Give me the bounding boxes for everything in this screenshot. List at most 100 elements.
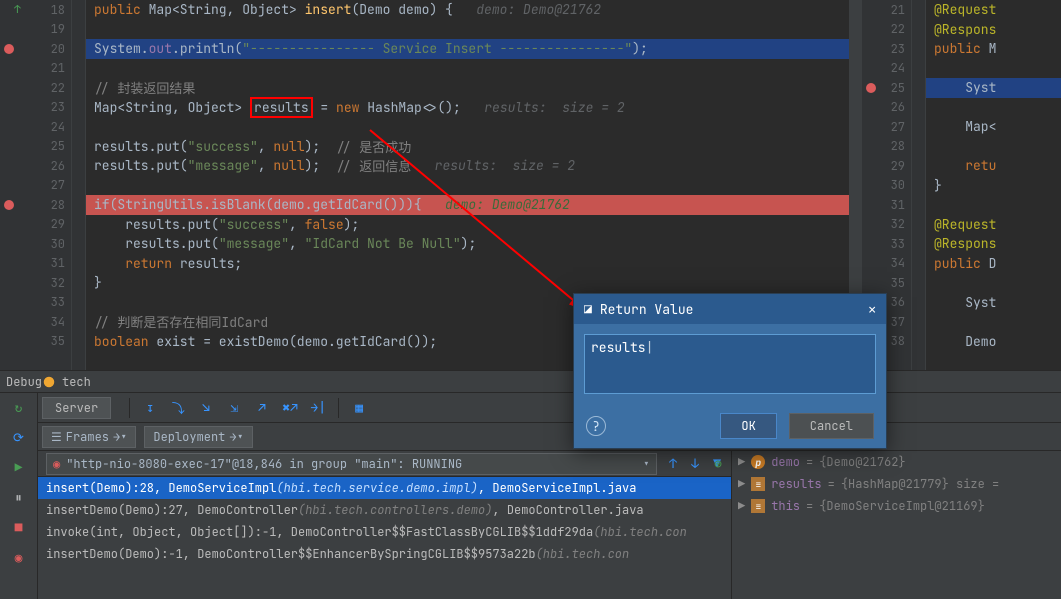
line-number: 36 [891,294,905,310]
help-button[interactable]: ? [586,416,606,436]
server-tab[interactable]: Server [42,397,111,419]
evaluate-expression-icon[interactable]: ▦ [347,396,371,420]
line-number: 18 [51,2,65,18]
thread-label: "http-nio-8080-exec-17"@18,846 in group … [66,456,462,472]
show-execution-point-icon[interactable]: ↧ [138,396,162,420]
line-number: 32 [51,275,65,291]
app-icon: ◪ [584,301,592,318]
field-icon: ≡ [751,477,765,491]
line-number: 23 [891,41,905,57]
variables-panel: ⊕ ▶pdemo = {Demo@21762} ▶≡results = {Has… [731,451,1061,599]
pause-button[interactable]: ⏸ [9,487,29,507]
step-out-icon[interactable]: ↗ [250,396,274,420]
debug-toolwindow-bar[interactable]: Debug tech [0,370,1061,392]
rerun-button[interactable]: ↻ [9,397,29,417]
resume-button[interactable]: ▶ [9,457,29,477]
dialog-title: Return Value [600,301,694,318]
debug-stepping-toolbar: Server ↧ ⤵ ↘ ⇲ ↗ ✖↗ →| ▦ [38,393,1061,423]
line-number: 35 [51,333,65,349]
line-number: 26 [891,99,905,115]
line-number: 31 [891,197,905,213]
line-number: 29 [891,158,905,174]
code-line[interactable]: results.put("message", "IdCard Not Be Nu… [86,234,849,254]
dialog-title-bar[interactable]: ◪ Return Value ✕ [574,294,886,324]
code-line[interactable]: public Map<String, Object> insert(Demo d… [86,0,849,20]
variable-row[interactable]: ▶≡results = {HashMap@21779} size = [732,473,1061,495]
fold-column [72,0,86,370]
frames-tab[interactable]: ☰ Frames →▾ [42,426,136,448]
debug-panel: ↻ ⟳ ▶ ⏸ ■ ◉ Server ↧ ⤵ ↘ ⇲ ↗ ✖↗ →| ▦ ☰ F… [0,392,1061,599]
line-number: 26 [51,158,65,174]
line-number: 19 [51,21,65,37]
run-to-cursor-icon[interactable]: →| [306,396,330,420]
variable-row[interactable]: ▶pdemo = {Demo@21762} [732,451,1061,473]
force-step-into-icon[interactable]: ⇲ [222,396,246,420]
view-breakpoints-button[interactable]: ◉ [9,547,29,567]
code-area[interactable]: @Request @Respons public M Syst Map< ret… [926,0,1061,370]
code-line[interactable] [86,117,849,137]
code-line[interactable] [86,59,849,79]
code-line[interactable] [86,176,849,196]
prev-frame-icon[interactable]: ↑ [665,456,681,472]
code-line[interactable]: System.out.println("---------------- Ser… [86,39,849,59]
expand-icon[interactable]: ▶ [738,454,745,470]
drop-frame-icon[interactable]: ✖↗ [278,396,302,420]
debug-side-toolbar: ↻ ⟳ ▶ ⏸ ■ ◉ [0,393,38,599]
line-number: 27 [51,177,65,193]
line-number: 23 [51,99,65,115]
line-number: 27 [891,119,905,135]
breakpoint-icon[interactable] [866,83,876,93]
thread-selector[interactable]: ◉ "http-nio-8080-exec-17"@18,846 in grou… [46,453,657,475]
frames-list[interactable]: insert(Demo):28, DemoServiceImpl (hbi.te… [38,477,731,599]
code-line[interactable]: Map<String, Object> results = new HashMa… [86,98,849,118]
line-number: 30 [51,236,65,252]
step-into-icon[interactable]: ↘ [194,396,218,420]
frame-row[interactable]: insertDemo(Demo):27, DemoController (hbi… [38,499,731,521]
breakpoint-icon[interactable] [4,200,14,210]
code-line[interactable]: results.put("success", false); [86,215,849,235]
expression-input[interactable]: results| [584,334,876,394]
frame-row[interactable]: invoke(int, Object, Object[]):-1, DemoCo… [38,521,731,543]
thread-selector-row: ◉ "http-nio-8080-exec-17"@18,846 in grou… [38,451,731,477]
code-line[interactable] [86,20,849,40]
code-line[interactable]: return results; [86,254,849,274]
gutter: ↑18 19 20 21 22 23 24 25 26 27 28 29 30 … [0,0,72,370]
debug-main: Server ↧ ⤵ ↘ ⇲ ↗ ✖↗ →| ▦ ☰ Frames →▾ Dep… [38,393,1061,599]
code-line[interactable]: // 封装返回结果 [86,78,849,98]
update-button[interactable]: ⟳ [9,427,29,447]
breakpoint-icon[interactable] [4,44,14,54]
line-number: 30 [891,177,905,193]
cancel-button[interactable]: Cancel [789,413,874,439]
expand-icon[interactable]: ▶ [738,476,745,492]
fold-column [912,0,926,370]
step-over-icon[interactable]: ⤵ [166,396,190,420]
line-number: 32 [891,216,905,232]
override-icon: ↑ [14,3,21,17]
line-number: 28 [891,138,905,154]
close-icon[interactable]: ✕ [868,301,876,318]
line-number: 28 [51,197,65,213]
code-line[interactable]: results.put("success", null); // 是否成功 [86,137,849,157]
chevron-down-icon: ▾ [643,456,650,472]
line-number: 31 [51,255,65,271]
line-number: 22 [891,21,905,37]
line-number: 34 [51,314,65,330]
variable-row[interactable]: ▶≡this = {DemoServiceImpl@21169} [732,495,1061,517]
ok-button[interactable]: OK [720,413,776,439]
line-number: 21 [51,60,65,76]
line-number: 25 [891,80,905,96]
field-icon: ≡ [751,499,765,513]
code-line[interactable]: } [86,273,849,293]
add-watch-icon[interactable]: ⊕ [714,455,722,472]
code-line[interactable]: results.put("message", null); // 返回信息 re… [86,156,849,176]
next-frame-icon[interactable]: ↓ [687,456,703,472]
frame-row[interactable]: insertDemo(Demo):-1, DemoController$$Enh… [38,543,731,565]
expand-icon[interactable]: ▶ [738,498,745,514]
deployment-tab[interactable]: Deployment →▾ [144,426,252,448]
line-number: 37 [891,314,905,330]
frame-row[interactable]: insert(Demo):28, DemoServiceImpl (hbi.te… [38,477,731,499]
editor-split: ↑18 19 20 21 22 23 24 25 26 27 28 29 30 … [0,0,1061,370]
stop-button[interactable]: ■ [9,517,29,537]
line-number: 24 [51,119,65,135]
current-execution-line[interactable]: if(StringUtils.isBlank(demo.getIdCard())… [86,195,849,215]
